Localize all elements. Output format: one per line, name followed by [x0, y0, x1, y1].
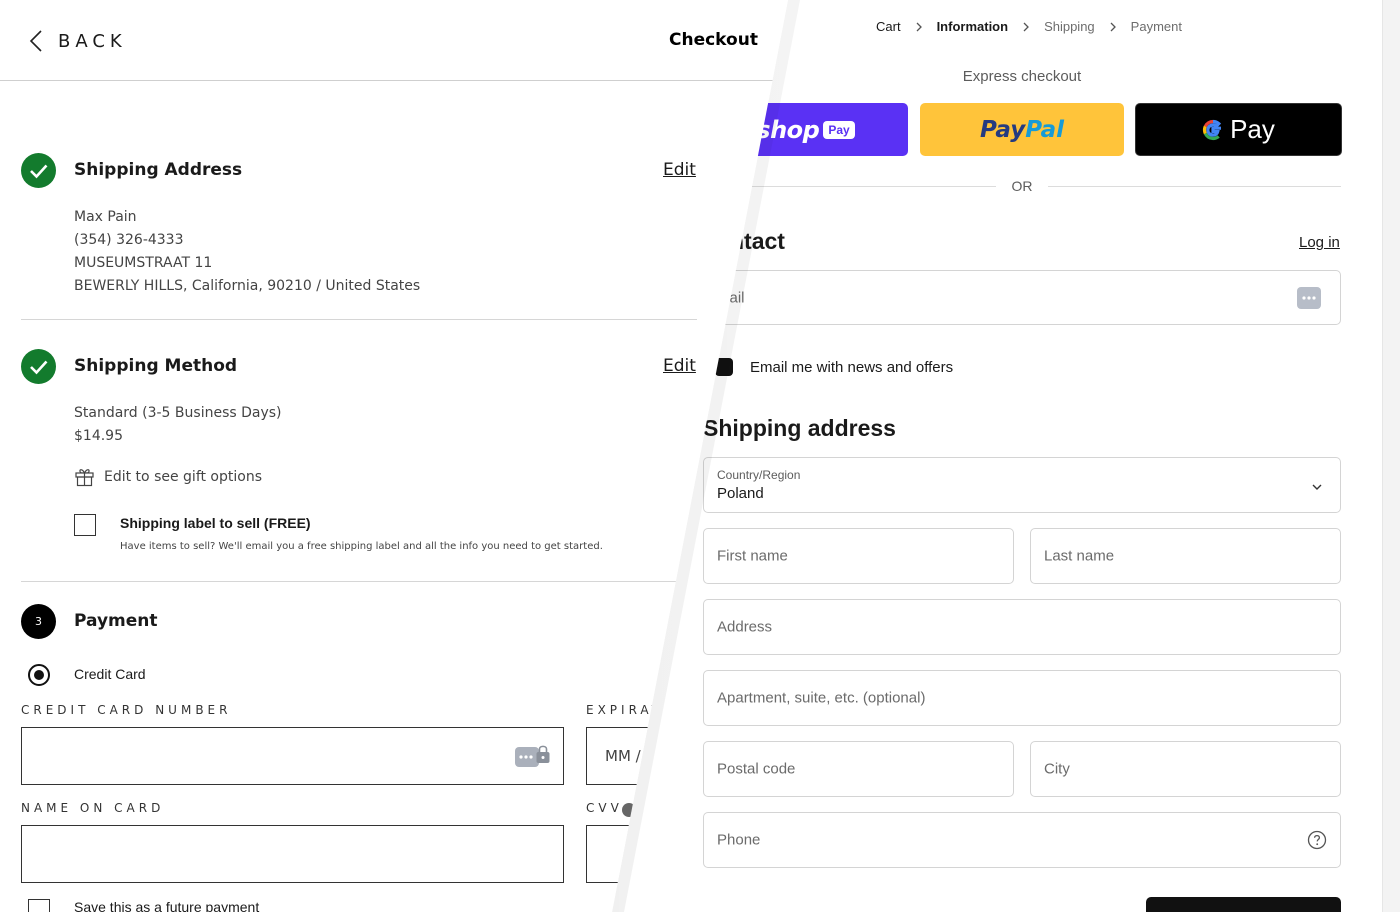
breadcrumb-payment: Payment	[1130, 19, 1182, 34]
newsletter-row[interactable]: Email me with news and offers	[715, 358, 953, 376]
name-on-card-label: NAME ON CARD	[21, 801, 165, 815]
back-button[interactable]: BACK	[28, 29, 127, 53]
shipping-address-heading: Shipping Address	[74, 160, 243, 180]
cvv-label: CVV	[586, 801, 623, 815]
paypal-logo-part2: Pal	[1025, 116, 1064, 143]
step-number-badge: 3	[21, 604, 56, 639]
radio-selected-dot	[34, 670, 44, 680]
shipping-label-title: Shipping label to sell (FREE)	[120, 515, 311, 531]
postal-code-field[interactable]: Postal code	[703, 741, 1014, 797]
card-lock-icon	[515, 745, 550, 767]
google-pay-label: Pay	[1230, 114, 1275, 144]
address-street: MUSEUMSTRAAT 11	[74, 255, 213, 271]
city-field[interactable]: City	[1030, 741, 1341, 797]
check-circle-icon	[21, 153, 56, 188]
card-number-input[interactable]	[21, 727, 564, 785]
gift-icon	[75, 469, 94, 487]
shipping-label-note: Have items to sell? We'll email you a fr…	[120, 541, 603, 552]
paypal-logo-part1: Pay	[980, 116, 1026, 143]
shipping-method-heading: Shipping Method	[74, 356, 238, 376]
shipping-method-price: $14.95	[74, 428, 123, 444]
apartment-placeholder: Apartment, suite, etc. (optional)	[717, 689, 926, 707]
postal-code-placeholder: Postal code	[717, 760, 796, 778]
save-payment-label: Save this as a future payment	[74, 899, 260, 912]
country-select[interactable]: Country/Region Poland	[703, 457, 1341, 513]
chevron-left-icon	[29, 30, 42, 52]
shipping-address-details: Max Pain (354) 326-4333 MUSEUMSTRAAT 11 …	[74, 206, 420, 298]
email-field[interactable]: mail	[703, 270, 1341, 325]
address-field[interactable]: Address	[703, 599, 1341, 655]
google-g-icon	[1202, 119, 1222, 140]
google-pay-button[interactable]: Pay	[1135, 103, 1342, 156]
address-name: Max Pain	[74, 209, 137, 225]
last-name-field[interactable]: Last name	[1030, 528, 1341, 584]
back-label: BACK	[58, 30, 127, 52]
address-phone: (354) 326-4333	[74, 232, 184, 248]
shipping-method-name: Standard (3-5 Business Days)	[74, 405, 282, 421]
breadcrumb-cart[interactable]: Cart	[876, 19, 901, 34]
first-name-placeholder: First name	[717, 547, 788, 565]
breadcrumb-shipping: Shipping	[1044, 19, 1095, 34]
breadcrumb: Cart Information Shipping Payment	[876, 19, 1182, 34]
shop-pay-badge: Pay	[823, 120, 855, 139]
login-link[interactable]: Log in	[1299, 234, 1340, 251]
checkout-title: Checkout	[669, 30, 758, 50]
gift-options-link[interactable]: Edit to see gift options	[74, 466, 262, 487]
first-name-field[interactable]: First name	[703, 528, 1014, 584]
or-divider: OR	[703, 176, 1341, 196]
country-label: Country/Region	[717, 468, 801, 482]
newsletter-label: Email me with news and offers	[750, 358, 954, 376]
or-line-right	[1048, 186, 1341, 187]
password-manager-icon	[1297, 287, 1321, 309]
chevron-right-icon	[1110, 22, 1116, 31]
check-circle-icon	[21, 349, 56, 384]
chevron-right-icon	[916, 22, 922, 31]
phone-field[interactable]: Phone	[703, 812, 1341, 868]
continue-button[interactable]	[1146, 897, 1341, 912]
save-payment-checkbox[interactable]	[28, 899, 50, 912]
paypal-button[interactable]: Pay Pal	[920, 103, 1124, 156]
apartment-field[interactable]: Apartment, suite, etc. (optional)	[703, 670, 1341, 726]
country-value: Poland	[717, 485, 764, 502]
phone-placeholder: Phone	[717, 831, 761, 849]
name-on-card-input[interactable]	[21, 825, 564, 883]
shipping-label-checkbox[interactable]	[74, 514, 96, 536]
credit-card-label: Credit Card	[74, 666, 146, 682]
edit-shipping-method-link[interactable]: Edit	[663, 356, 696, 376]
scrollbar[interactable]	[1382, 0, 1400, 912]
shipping-address-title: Shipping address	[703, 415, 896, 441]
address-city: BEWERLY HILLS, California, 90210 / Unite…	[74, 278, 421, 294]
shipping-method-details: Standard (3-5 Business Days) $14.95	[74, 402, 282, 448]
header-divider	[0, 80, 788, 81]
chevron-down-icon	[1312, 484, 1322, 490]
expiry-placeholder: MM /	[605, 747, 641, 765]
card-number-label: CREDIT CARD NUMBER	[21, 703, 232, 717]
section-divider	[21, 581, 697, 582]
credit-card-radio[interactable]	[28, 664, 50, 686]
section-divider	[21, 319, 697, 320]
chevron-right-icon	[1023, 22, 1029, 31]
payment-heading: Payment	[74, 611, 158, 631]
address-placeholder: Address	[717, 618, 773, 636]
city-placeholder: City	[1044, 760, 1070, 778]
breadcrumb-information: Information	[936, 19, 1009, 34]
edit-shipping-address-link[interactable]: Edit	[663, 160, 696, 180]
help-circle-icon[interactable]	[1307, 830, 1327, 850]
express-checkout-title: Express checkout	[962, 68, 1082, 85]
gift-options-label: Edit to see gift options	[104, 468, 262, 485]
last-name-placeholder: Last name	[1044, 547, 1115, 565]
